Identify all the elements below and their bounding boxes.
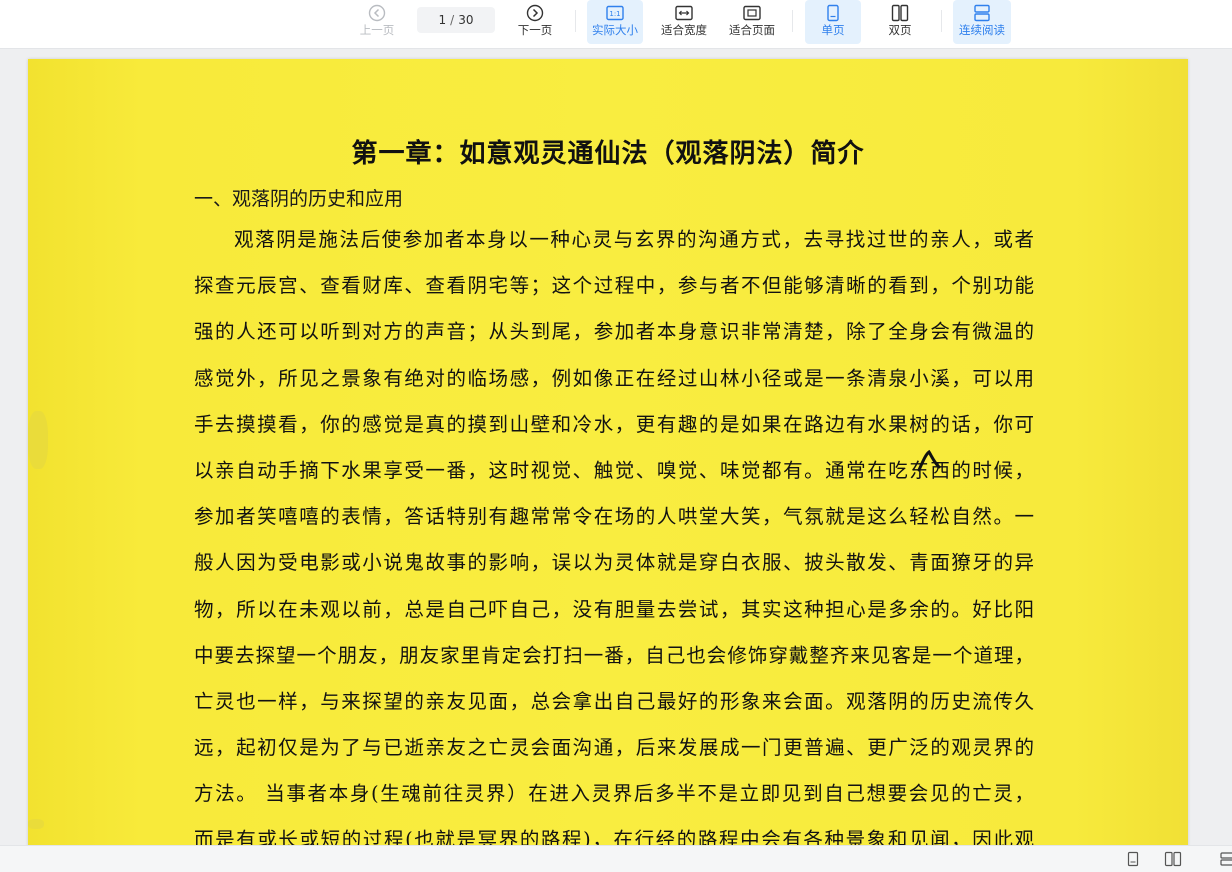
text-line: 方法。 当事者本身(生魂前往灵界）在进入灵界后多半不是立即见到自己想要会见的亡灵… xyxy=(194,783,1034,806)
text-line: 以亲自动手摘下水果享受一番，这时视觉、触觉、嗅觉、味觉都有。通常在吃东西的时候， xyxy=(194,459,1034,482)
actual-size-label: 实际大小 xyxy=(592,23,638,37)
page-stain xyxy=(28,411,48,469)
text-line: 物，所以在未观以前，总是自己吓自己，没有胆量去尝试，其实这种担心是多余的。好比阳 xyxy=(194,598,1034,621)
chapter-title: 第一章：如意观灵通仙法（观落阴法）简介 xyxy=(351,139,865,169)
text-line: 探查元辰宫、查看财库、查看阴宅等；这个过程中，参与者不但能够清晰的看到，个别功能 xyxy=(194,275,1034,298)
toolbar-divider xyxy=(792,10,793,32)
svg-text:1:1: 1:1 xyxy=(609,10,620,18)
text-line: 般人因为受电影或小说鬼故事的影响，误以为灵体就是穿白衣服、披头散发、青面獠牙的异 xyxy=(194,552,1034,575)
toolbar-divider xyxy=(575,10,576,32)
fit-page-icon xyxy=(743,5,761,21)
double-page-icon xyxy=(891,4,909,22)
text-line: 中要去探望一个朋友，朋友家里肯定会打扫一番，自己也会修饰穿戴整齐来见客是一个道理… xyxy=(194,644,1034,667)
chevron-left-circle-icon xyxy=(368,4,386,22)
prev-page-button[interactable]: 上一页 xyxy=(354,0,400,44)
fit-width-label: 适合宽度 xyxy=(661,23,707,37)
continuous-reading-icon xyxy=(974,4,990,22)
prev-page-label: 上一页 xyxy=(359,23,395,37)
double-page-label: 双页 xyxy=(888,23,912,37)
single-page-icon xyxy=(827,4,839,22)
section-heading: 一、观落阴的历史和应用 xyxy=(194,188,404,210)
text-line: 参加者笑嘻嘻的表情，答话特别有趣常常令在场的人哄堂大笑，气氛就是这么轻松自然。一 xyxy=(194,506,1034,529)
text-line: 强的人还可以听到对方的声音；从头到尾，参加者本身意识非常清楚，除了全身会有微温的 xyxy=(194,321,1034,344)
single-page-label: 单页 xyxy=(821,23,845,37)
status-bar xyxy=(0,845,1232,872)
text-line: 手去摸摸看，你的感觉是真的摸到山壁和冷水，更有趣的是如果在路边有水果树的话，你可 xyxy=(194,413,1034,436)
double-page-view-icon[interactable] xyxy=(1164,851,1182,867)
caret-handwriting-mark xyxy=(917,449,941,472)
next-page-button[interactable]: 下一页 xyxy=(512,0,558,44)
viewer-toolbar: 上一页 1 / 30 下一页 1:1 实际大小 适合宽度 适合页面 单页 双页 … xyxy=(0,0,1232,49)
document-viewer[interactable]: 第一章：如意观灵通仙法（观落阴法）简介 一、观落阴的历史和应用 观落阴是施法后使… xyxy=(0,49,1232,845)
next-page-label: 下一页 xyxy=(517,23,553,37)
fit-page-button[interactable]: 适合页面 xyxy=(724,0,780,44)
page-indicator[interactable]: 1 / 30 xyxy=(417,7,495,33)
text-line: 观落阴是施法后使参加者本身以一种心灵与玄界的沟通方式，去寻找过世的亲人，或者 xyxy=(234,229,1034,251)
fit-page-label: 适合页面 xyxy=(729,23,775,37)
continuous-reading-label: 连续阅读 xyxy=(959,23,1005,37)
current-page-input[interactable]: 1 xyxy=(439,13,447,27)
single-page-view-icon[interactable] xyxy=(1125,851,1141,867)
document-body-text: 观落阴是施法后使参加者本身以一种心灵与玄界的沟通方式，去寻找过世的亲人，或者 探… xyxy=(194,229,1034,845)
total-pages: 30 xyxy=(458,13,474,27)
document-page: 第一章：如意观灵通仙法（观落阴法）简介 一、观落阴的历史和应用 观落阴是施法后使… xyxy=(28,59,1188,845)
single-page-button[interactable]: 单页 xyxy=(805,0,861,44)
text-line: 而是有或长或短的过程(也就是冥界的路程)，在行经的路程中会有各种景象和见闻，因此… xyxy=(194,829,1034,845)
fit-width-icon xyxy=(675,5,693,21)
continuous-view-icon[interactable] xyxy=(1218,851,1232,867)
double-page-button[interactable]: 双页 xyxy=(872,0,928,44)
fit-width-button[interactable]: 适合宽度 xyxy=(656,0,712,44)
text-line: 亡灵也一样，与来探望的亲友见面，总会拿出自己最好的形象来会面。观落阴的历史流传久 xyxy=(194,690,1034,713)
page-stain xyxy=(28,819,44,829)
text-line: 远，起初仅是为了与已逝亲友之亡灵会面沟通，后来发展成一门更普遍、更广泛的观灵界的 xyxy=(194,737,1034,760)
text-line: 感觉外，所见之景象有绝对的临场感，例如像正在经过山林小径或是一条清泉小溪，可以用 xyxy=(194,367,1034,390)
actual-size-button[interactable]: 1:1 实际大小 xyxy=(587,0,643,44)
toolbar-divider xyxy=(941,10,942,32)
page-separator: / xyxy=(450,13,455,27)
actual-size-icon: 1:1 xyxy=(606,5,624,21)
continuous-reading-button[interactable]: 连续阅读 xyxy=(953,0,1011,44)
chevron-right-circle-icon xyxy=(526,4,544,22)
